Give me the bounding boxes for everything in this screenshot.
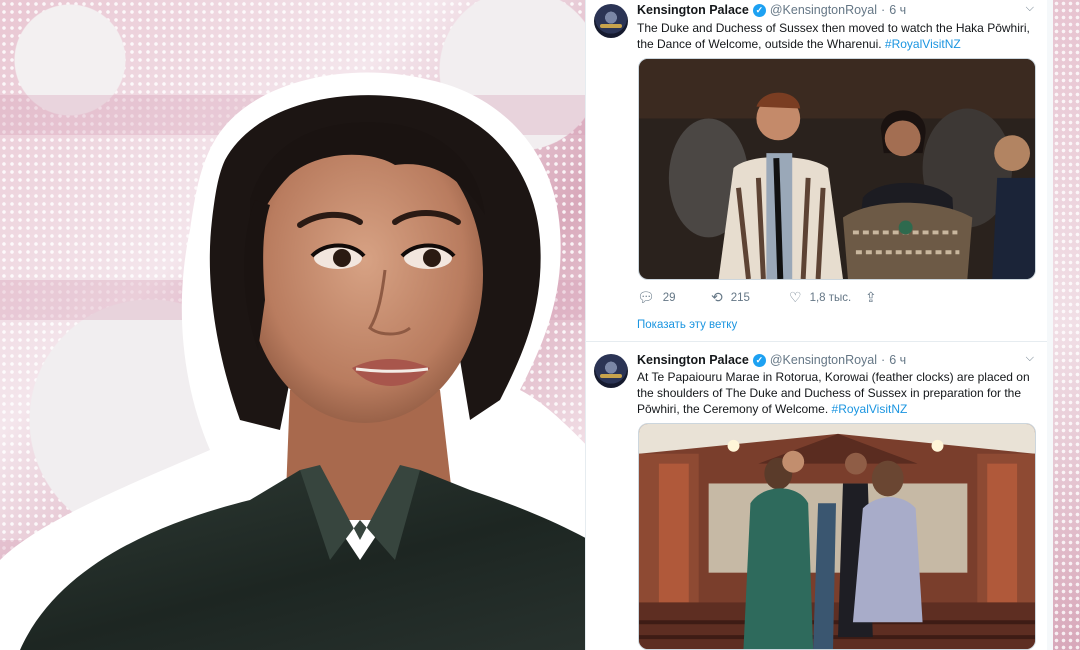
tweet-actions: 💬︎ 29 ⟲ 215 ♡ 1,8 тыс. ⇪ xyxy=(637,289,877,306)
show-thread-link[interactable]: Показать эту ветку xyxy=(637,319,737,331)
hashtag-link[interactable]: #RoyalVisitNZ xyxy=(885,37,961,51)
author-handle[interactable]: @KensingtonRoyal xyxy=(770,353,877,367)
retweet-button[interactable]: ⟲ 215 xyxy=(711,289,789,306)
author-name[interactable]: Kensington Palace xyxy=(637,3,749,17)
retweet-icon: ⟲ xyxy=(711,289,723,305)
tweet-photo[interactable] xyxy=(638,58,1036,280)
share-button[interactable]: ⇪ xyxy=(865,289,877,306)
tweet-photo[interactable] xyxy=(638,423,1036,650)
timestamp[interactable]: 6 ч xyxy=(889,353,906,367)
reply-button[interactable]: 💬︎ 29 xyxy=(637,289,711,306)
author-name[interactable]: Kensington Palace xyxy=(637,353,749,367)
avatar[interactable] xyxy=(594,354,628,388)
tweet[interactable]: Kensington Palace ✓ @KensingtonRoyal · 6… xyxy=(586,0,1048,340)
author-handle[interactable]: @KensingtonRoyal xyxy=(770,3,877,17)
share-icon: ⇪ xyxy=(865,289,877,305)
divider xyxy=(586,341,1048,342)
retweet-count: 215 xyxy=(730,291,750,304)
avatar[interactable] xyxy=(594,4,628,38)
timestamp[interactable]: 6 ч xyxy=(889,3,906,17)
verified-check-icon: ✓ xyxy=(752,3,766,17)
tweet-text: At Te Papaiouru Marae in Rotorua, Korowa… xyxy=(637,369,1037,417)
heart-icon: ♡ xyxy=(789,289,802,305)
tweet-header: Kensington Palace ✓ @KensingtonRoyal · 6… xyxy=(637,352,906,368)
tweet-body: The Duke and Duchess of Sussex then move… xyxy=(637,21,1030,51)
separator: · xyxy=(881,353,886,367)
chevron-down-icon[interactable]: ⌵ xyxy=(1026,2,1034,15)
reply-count: 29 xyxy=(662,291,676,304)
like-count: 1,8 тыс. xyxy=(809,291,852,304)
like-button[interactable]: ♡ 1,8 тыс. xyxy=(789,289,865,306)
twitter-feed-panel[interactable]: Kensington Palace ✓ @KensingtonRoyal · 6… xyxy=(585,0,1048,650)
chevron-down-icon[interactable]: ⌵ xyxy=(1026,352,1034,365)
scrollbar[interactable] xyxy=(1047,0,1053,650)
tweet-text: The Duke and Duchess of Sussex then move… xyxy=(637,20,1037,52)
tweet[interactable]: Kensington Palace ✓ @KensingtonRoyal · 6… xyxy=(586,350,1048,650)
reply-icon: 💬︎ xyxy=(637,289,655,305)
tweet-header: Kensington Palace ✓ @KensingtonRoyal · 6… xyxy=(637,2,906,18)
hashtag-link[interactable]: #RoyalVisitNZ xyxy=(832,402,908,416)
verified-check-icon: ✓ xyxy=(752,353,766,367)
separator: · xyxy=(881,3,886,17)
